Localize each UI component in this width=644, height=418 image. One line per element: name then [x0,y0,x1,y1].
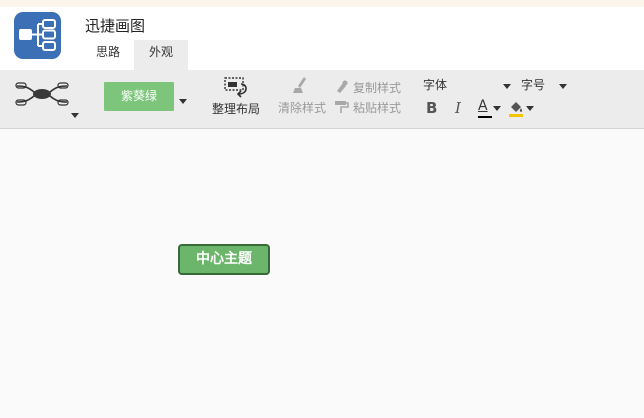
tab-appearance[interactable]: 外观 [134,40,188,70]
paste-style-label: 粘贴样式 [353,101,402,115]
mindmap-canvas[interactable] [0,129,644,418]
app-title: 迅捷画图 [85,17,146,35]
copy-style-label: 复制样式 [353,81,402,95]
structure-dropdown-icon[interactable] [71,113,79,118]
mindmap-structure-icon[interactable] [14,78,70,110]
tab-thinking[interactable]: 思路 [84,40,132,70]
paste-style-button[interactable]: 粘贴样式 [334,99,406,115]
theme-button[interactable]: 紫葵绿 [104,82,174,111]
paint-bucket-icon [509,102,523,117]
font-family-label: 字体 [423,78,448,92]
font-color-letter: A [478,98,488,114]
italic-button[interactable]: I [455,99,461,117]
font-family-dropdown-icon [503,84,511,89]
copy-style-button[interactable]: 复制样式 [334,79,406,95]
app-logo [14,12,61,59]
central-topic-node[interactable]: 中心主题 [178,244,270,275]
fill-color-dropdown-icon [526,106,534,111]
brush-icon [293,77,306,93]
window-top-strip [0,0,644,7]
font-size-label: 字号 [521,78,546,92]
fill-color-button[interactable] [508,99,536,121]
bold-button[interactable]: B [426,99,437,117]
theme-dropdown-icon[interactable] [179,99,187,104]
font-size-select[interactable]: 字号 [521,76,569,94]
clear-style-label: 清除样式 [277,101,326,115]
clear-style-button[interactable]: 清除样式 [276,76,328,122]
font-family-select[interactable]: 字体 [423,76,511,94]
arrange-layout-button[interactable]: 整理布局 [210,76,262,122]
arrange-layout-icon [224,77,247,98]
copy-style-icon [337,80,348,93]
font-color-swatch [478,116,492,118]
font-color-button[interactable]: A [478,98,502,120]
mindmap-logo-icon [19,19,56,51]
font-size-dropdown-icon [559,84,567,89]
appearance-toolbar: 紫葵绿 整理布局 清除样式 复制样式 粘贴样式 字体 字号 [0,70,644,129]
paint-roller-icon [335,101,349,113]
arrange-layout-label: 整理布局 [211,102,260,116]
app-header: 迅捷画图 思路 外观 [0,7,644,70]
font-color-dropdown-icon [493,106,501,111]
